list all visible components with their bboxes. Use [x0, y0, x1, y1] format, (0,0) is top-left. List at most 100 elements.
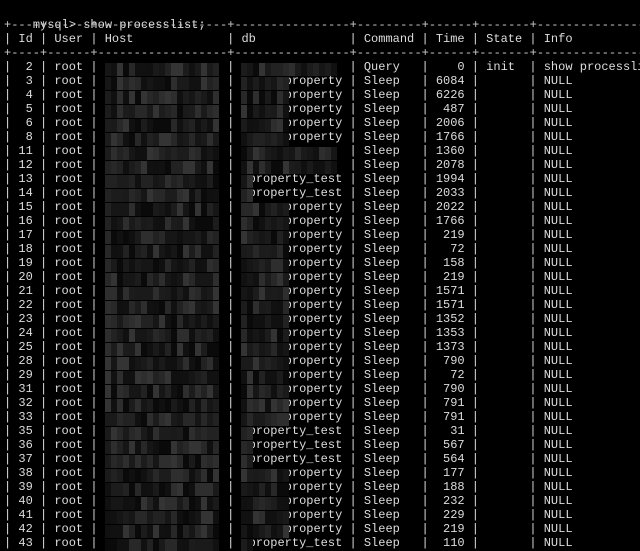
cell-db: property — [241, 214, 342, 228]
cell-command: Sleep — [364, 494, 414, 508]
cell-time: 158 — [436, 256, 465, 270]
cell-db: property — [241, 326, 342, 340]
cell-time: 229 — [436, 508, 465, 522]
cell-command: Sleep — [364, 186, 414, 200]
cell-host-redacted — [105, 483, 220, 496]
cell-time: 72 — [436, 368, 465, 382]
cell-db: property — [241, 368, 342, 382]
cell-time: 1571 — [436, 284, 465, 298]
cell-time: 2006 — [436, 116, 465, 130]
cell-db-redacted-prefix — [241, 497, 284, 510]
cell-command: Sleep — [364, 130, 414, 144]
cell-id: 36 — [18, 438, 32, 452]
cell-db: property — [241, 242, 342, 256]
cell-host-redacted — [105, 329, 220, 342]
table-row: | 40 | root | | property | Sleep | 232 |… — [4, 494, 636, 508]
cell-time: 2022 — [436, 200, 465, 214]
cell-host-redacted — [105, 203, 220, 216]
cell-db-redacted-prefix — [241, 483, 284, 496]
cell-db-redacted-prefix — [241, 203, 284, 216]
cell-host-redacted — [105, 427, 220, 440]
prompt-line: mysql> show processlist; — [4, 4, 636, 18]
table-row: | 6 | root | | property | Sleep | 2006 |… — [4, 116, 636, 130]
cell-id: 37 — [18, 452, 32, 466]
cell-db-visible: property — [285, 312, 343, 326]
table-row: | 22 | root | | property | Sleep | 1571 … — [4, 298, 636, 312]
cell-user: root — [54, 88, 83, 102]
cell-db-redacted-prefix — [241, 273, 284, 286]
cell-time: 1352 — [436, 312, 465, 326]
cell-info: NULL — [544, 466, 640, 480]
cell-user: root — [54, 200, 83, 214]
cell-db: property_test — [241, 438, 342, 452]
cell-info: NULL — [544, 396, 640, 410]
cell-command: Sleep — [364, 312, 414, 326]
cell-host-redacted — [105, 413, 220, 426]
cell-user: root — [54, 368, 83, 382]
cell-time: 31 — [436, 424, 465, 438]
cell-host-redacted — [105, 343, 220, 356]
cell-db: property — [241, 340, 342, 354]
cell-command: Sleep — [364, 284, 414, 298]
cell-db-visible: property — [285, 508, 343, 522]
table-row: | 39 | root | | property | Sleep | 188 |… — [4, 480, 636, 494]
table-row: | 23 | root | | property | Sleep | 1352 … — [4, 312, 636, 326]
cell-db-visible: property_test — [249, 438, 343, 452]
cell-id: 15 — [18, 200, 32, 214]
cell-command: Sleep — [364, 508, 414, 522]
cell-id: 16 — [18, 214, 32, 228]
cell-host-redacted — [105, 441, 220, 454]
cell-db-visible: property — [285, 410, 343, 424]
cell-id: 35 — [18, 424, 32, 438]
cell-db-redacted-prefix — [241, 287, 284, 300]
col-header-db: db — [241, 32, 342, 46]
cell-user: root — [54, 312, 83, 326]
cell-time: 188 — [436, 480, 465, 494]
cell-command: Sleep — [364, 298, 414, 312]
cell-user: root — [54, 466, 83, 480]
cell-db: property — [241, 508, 342, 522]
cell-command: Sleep — [364, 256, 414, 270]
cell-info: NULL — [544, 326, 640, 340]
cell-time: 0 — [436, 60, 465, 74]
cell-command: Sleep — [364, 102, 414, 116]
cell-id: 14 — [18, 186, 32, 200]
cell-user: root — [54, 494, 83, 508]
cell-host-redacted — [105, 245, 220, 258]
cell-host-redacted — [105, 119, 220, 132]
col-header-id: Id — [18, 32, 32, 46]
cell-id: 24 — [18, 326, 32, 340]
cell-info: NULL — [544, 312, 640, 326]
cell-command: Sleep — [364, 116, 414, 130]
cell-command: Sleep — [364, 144, 414, 158]
cell-command: Sleep — [364, 522, 414, 536]
mysql-terminal[interactable]: mysql> show processlist; +----+------+--… — [0, 0, 640, 551]
cell-db-visible: property_test — [249, 186, 343, 200]
cell-db-visible: property — [285, 368, 343, 382]
cell-time: 219 — [436, 228, 465, 242]
cell-db-visible: property — [285, 298, 343, 312]
cell-time: 564 — [436, 452, 465, 466]
cell-db-visible: property — [285, 522, 343, 536]
cell-db: property — [241, 480, 342, 494]
cell-id: 17 — [18, 228, 32, 242]
cell-user: root — [54, 452, 83, 466]
col-header-user: User — [54, 32, 83, 46]
cell-db: property — [241, 522, 342, 536]
cell-host-redacted — [105, 357, 220, 370]
cell-info: NULL — [544, 214, 640, 228]
cell-time: 232 — [436, 494, 465, 508]
cell-db-redacted-prefix — [241, 511, 284, 524]
cell-user: root — [54, 508, 83, 522]
cell-host-redacted — [105, 371, 220, 384]
cell-db-redacted-prefix — [241, 217, 284, 230]
table-row: | 43 | root | | property_test | Sleep | … — [4, 536, 636, 550]
cell-host-redacted — [105, 539, 220, 551]
table-row: | 8 | root | | property | Sleep | 1766 |… — [4, 130, 636, 144]
cell-host-redacted — [105, 161, 220, 174]
cell-info: NULL — [544, 116, 640, 130]
cell-db-visible: property — [285, 116, 343, 130]
cell-info: NULL — [544, 158, 640, 172]
cell-db: property_test — [241, 536, 342, 550]
cell-id: 32 — [18, 396, 32, 410]
